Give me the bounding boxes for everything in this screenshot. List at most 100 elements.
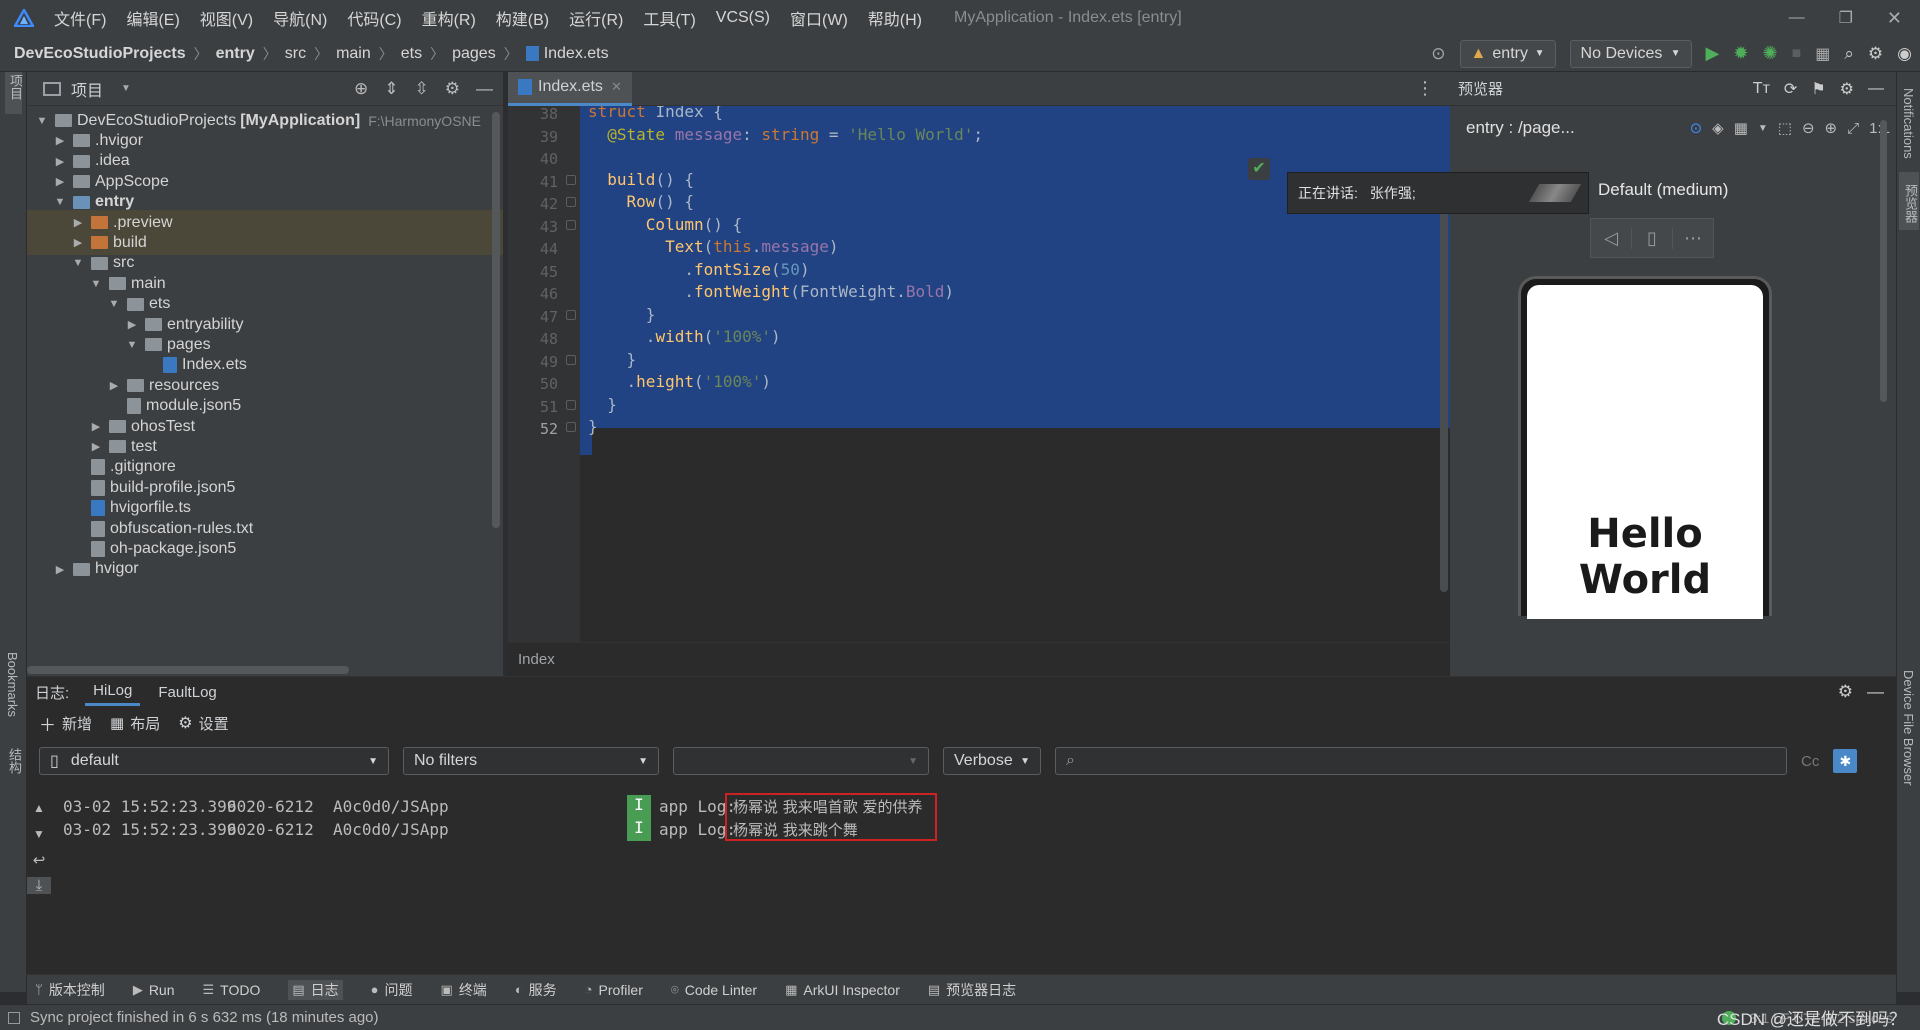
chevron-right-icon[interactable]: ▶ [71,236,85,249]
hide-panel-icon[interactable]: — [1868,80,1884,98]
preview-page-path[interactable]: entry : /page... [1466,118,1575,138]
layout-button[interactable]: 布局 [130,713,160,734]
preview-scrollbar[interactable] [1880,120,1887,402]
tab-hilog[interactable]: HiLog [85,678,141,706]
phone-screen[interactable]: Hello World [1527,285,1763,619]
project-structure-icon[interactable]: ▦ [1815,44,1830,64]
chevron-down-icon[interactable]: ▼ [89,278,103,290]
menu-item[interactable]: 帮助(H) [868,6,922,30]
refresh-icon[interactable]: ⟳ [1784,79,1797,99]
stop-icon[interactable]: ■ [1792,45,1802,63]
scroll-down-icon[interactable]: ▼ [27,827,51,841]
chevron-right-icon[interactable]: ▶ [53,155,67,168]
run-icon[interactable]: ▶ [1706,43,1720,64]
match-case-toggle[interactable]: Cc [1801,753,1819,770]
menu-item[interactable]: 导航(N) [273,6,327,30]
gear-icon[interactable]: ⚙ [1838,682,1853,702]
chevron-down-icon[interactable]: ▼ [121,83,131,94]
bottom-tool-1[interactable]: ▶ Run [133,982,175,998]
tree-horizontal-scrollbar[interactable] [27,666,349,674]
bottom-tool-3[interactable]: ▤ 日志 [288,979,343,1000]
layout-icon[interactable]: ▦ [110,714,124,732]
bookmarks-tool-label[interactable]: Bookmarks [5,652,20,717]
bottom-tool-10[interactable]: ▤ 预览器日志 [928,980,1016,1000]
layers-icon[interactable]: ◈ [1712,119,1724,137]
breadcrumb-item[interactable]: src [285,45,306,63]
fold-marker-icon[interactable] [566,354,576,365]
scroll-to-end-icon[interactable]: ⤓ [27,877,51,894]
menu-item[interactable]: 代码(C) [347,6,401,30]
project-panel-title[interactable]: 项目 [71,77,103,101]
menu-item[interactable]: 窗口(W) [790,6,848,30]
crop-icon[interactable]: ⬚ [1778,119,1792,137]
debug-icon[interactable]: ✹ [1733,43,1748,64]
zoom-in-icon[interactable]: ⊕ [1825,119,1838,137]
chevron-right-icon[interactable]: ▶ [125,318,139,331]
previewer-tool-button[interactable]: 预览器 [1899,172,1919,230]
settings-icon[interactable]: ⚙ [178,713,192,733]
project-tool-button[interactable]: 项目 [5,72,23,114]
breadcrumb-item[interactable]: main [336,45,371,63]
new-button[interactable]: 新增 [62,713,92,734]
fold-marker-icon[interactable] [566,174,576,185]
close-icon[interactable]: ✕ [1887,8,1902,29]
fold-marker-icon[interactable] [566,422,576,432]
tab-faultlog[interactable]: FaultLog [150,680,224,705]
menu-item[interactable]: 构建(B) [496,6,549,30]
menu-item[interactable]: 重构(R) [422,6,476,30]
chevron-right-icon[interactable]: ▶ [107,379,121,392]
plus-icon[interactable]: ＋ [39,711,56,736]
bottom-tool-6[interactable]: ◐ 服务 [515,980,557,1000]
status-toggle-icon[interactable] [8,1011,20,1024]
back-icon[interactable]: ◁ [1591,228,1631,249]
chevron-down-icon[interactable]: ▼ [107,298,121,310]
device-file-browser-label[interactable]: Device File Browser [1901,670,1916,786]
settings-icon[interactable]: ⚙ [1868,44,1883,64]
grid-icon[interactable]: ▦ [1734,119,1748,137]
breadcrumb-item[interactable]: Index.ets [544,45,609,63]
bottom-tool-8[interactable]: ⌾ Code Linter [671,982,757,998]
chevron-right-icon[interactable]: ▶ [53,175,67,188]
close-tab-icon[interactable]: ✕ [611,79,622,95]
chevron-right-icon[interactable]: ▶ [53,134,67,147]
fold-marker-icon[interactable] [566,399,576,410]
zoom-out-icon[interactable]: ⊖ [1802,119,1815,137]
locate-file-icon[interactable]: ⊕ [354,79,368,99]
status-message[interactable]: Sync project finished in 6 s 632 ms (18 … [30,1009,379,1026]
hide-panel-icon[interactable]: — [1867,682,1884,702]
editor-footer-label[interactable]: Index [518,651,555,668]
run-config-select[interactable]: ▲ entry ▼ [1459,39,1556,68]
editor-scrollbar[interactable] [1440,182,1448,592]
breadcrumb-item[interactable]: ets [401,45,422,63]
menu-item[interactable]: 工具(T) [643,6,695,30]
level-select[interactable]: Verbose ▼ [943,747,1041,775]
expand-all-icon[interactable]: ⇕ [384,79,398,99]
collapse-all-icon[interactable]: ⇳ [415,79,429,99]
editor-tab-index[interactable]: Index.ets ✕ [508,71,632,106]
menu-item[interactable]: 文件(F) [54,6,106,30]
gear-icon[interactable]: ⚙ [1840,79,1854,99]
menu-item[interactable]: 视图(V) [200,6,253,30]
tree-item[interactable]: ▶ hvigor [27,557,503,582]
maximize-icon[interactable]: ❐ [1839,8,1853,28]
chevron-down-icon[interactable]: ▼ [35,115,49,127]
fold-marker-icon[interactable] [566,197,576,207]
bottom-tool-0[interactable]: ᛘ 版本控制 [35,980,105,1000]
chevron-right-icon[interactable]: ▶ [71,216,85,229]
inspection-ok-icon[interactable]: ✔ [1248,158,1270,180]
chevron-down-icon[interactable]: ▼ [1758,123,1768,134]
rotate-icon[interactable]: ▯ [1631,227,1673,249]
more-options-icon[interactable]: ⋮ [1416,78,1434,99]
settings-button[interactable]: 设置 [199,713,229,734]
regex-toggle-icon[interactable]: ✱ [1833,749,1858,773]
chevron-right-icon[interactable]: ▶ [89,440,103,453]
log-search-input[interactable]: ⌕ [1055,747,1787,775]
chevron-down-icon[interactable]: ▼ [53,196,67,208]
chevron-down-icon[interactable]: ▼ [71,257,85,269]
device-filter-select[interactable]: ▯ default ▼ [39,747,389,775]
hide-panel-icon[interactable]: — [476,79,493,99]
structure-tool-label[interactable]: 结构 [5,748,24,774]
minimize-icon[interactable]: — [1789,9,1805,27]
bottom-tool-4[interactable]: ● 问题 [371,980,413,1000]
breadcrumb-item[interactable]: entry [216,45,255,63]
